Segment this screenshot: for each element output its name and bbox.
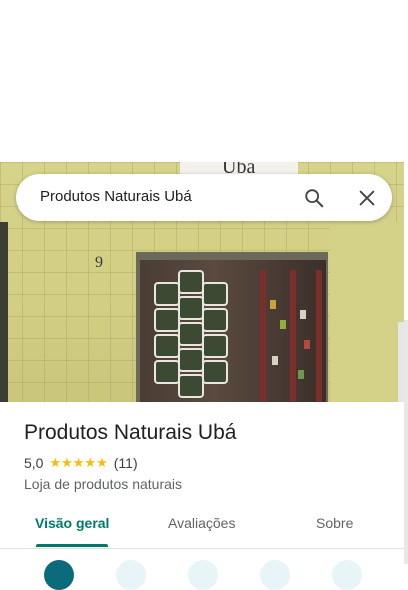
product bbox=[280, 320, 286, 329]
hex-shelf bbox=[154, 360, 180, 384]
product bbox=[304, 340, 310, 349]
rating-value: 5,0 bbox=[24, 455, 44, 471]
shop-entrance bbox=[140, 260, 326, 402]
hex-shelf bbox=[154, 282, 180, 306]
place-title: Produtos Naturais Ubá bbox=[24, 421, 237, 444]
place-category[interactable]: Loja de produtos naturais bbox=[24, 476, 182, 492]
photo-right-wall bbox=[330, 222, 404, 402]
hex-shelf bbox=[178, 348, 204, 372]
product bbox=[300, 310, 306, 319]
house-number: 9 bbox=[95, 254, 103, 271]
product bbox=[270, 300, 276, 309]
directions-button[interactable] bbox=[44, 560, 74, 590]
hex-shelf bbox=[178, 322, 204, 346]
action-button[interactable] bbox=[260, 560, 290, 590]
scrollbar-track[interactable] bbox=[404, 320, 408, 564]
tab-about[interactable]: Sobre bbox=[316, 515, 353, 531]
hex-shelf bbox=[202, 334, 228, 358]
action-button[interactable] bbox=[116, 560, 146, 590]
search-icon[interactable] bbox=[303, 187, 325, 209]
hex-shelf bbox=[178, 374, 204, 398]
review-count[interactable]: (11) bbox=[114, 455, 138, 471]
star-rating-icon: ★★★★★ bbox=[49, 455, 108, 470]
tab-reviews[interactable]: Avaliações bbox=[168, 515, 235, 531]
action-button[interactable] bbox=[332, 560, 362, 590]
hex-shelf bbox=[178, 270, 204, 294]
hex-shelf bbox=[202, 360, 228, 384]
shelf-rack bbox=[290, 270, 296, 402]
search-input[interactable]: Produtos Naturais Ubá bbox=[40, 188, 192, 205]
active-tab-indicator bbox=[36, 544, 108, 547]
tab-overview[interactable]: Visão geral bbox=[35, 515, 109, 531]
top-blank-area bbox=[0, 0, 408, 162]
close-icon[interactable] bbox=[356, 187, 378, 209]
search-bar[interactable]: Produtos Naturais Ubá bbox=[16, 174, 392, 221]
tab-bar: Visão geral Avaliações Sobre bbox=[0, 504, 404, 549]
shelf-rack bbox=[316, 270, 322, 402]
rating-row[interactable]: 5,0 ★★★★★ (11) bbox=[24, 455, 138, 471]
photo-pillar bbox=[0, 222, 8, 402]
hex-shelf bbox=[154, 308, 180, 332]
hex-shelf bbox=[154, 334, 180, 358]
product bbox=[298, 370, 304, 379]
hex-shelf bbox=[202, 308, 228, 332]
hex-shelf bbox=[178, 296, 204, 320]
product bbox=[272, 356, 278, 365]
action-button[interactable] bbox=[188, 560, 218, 590]
shelf-rack bbox=[260, 270, 266, 402]
hex-shelf bbox=[202, 282, 228, 306]
